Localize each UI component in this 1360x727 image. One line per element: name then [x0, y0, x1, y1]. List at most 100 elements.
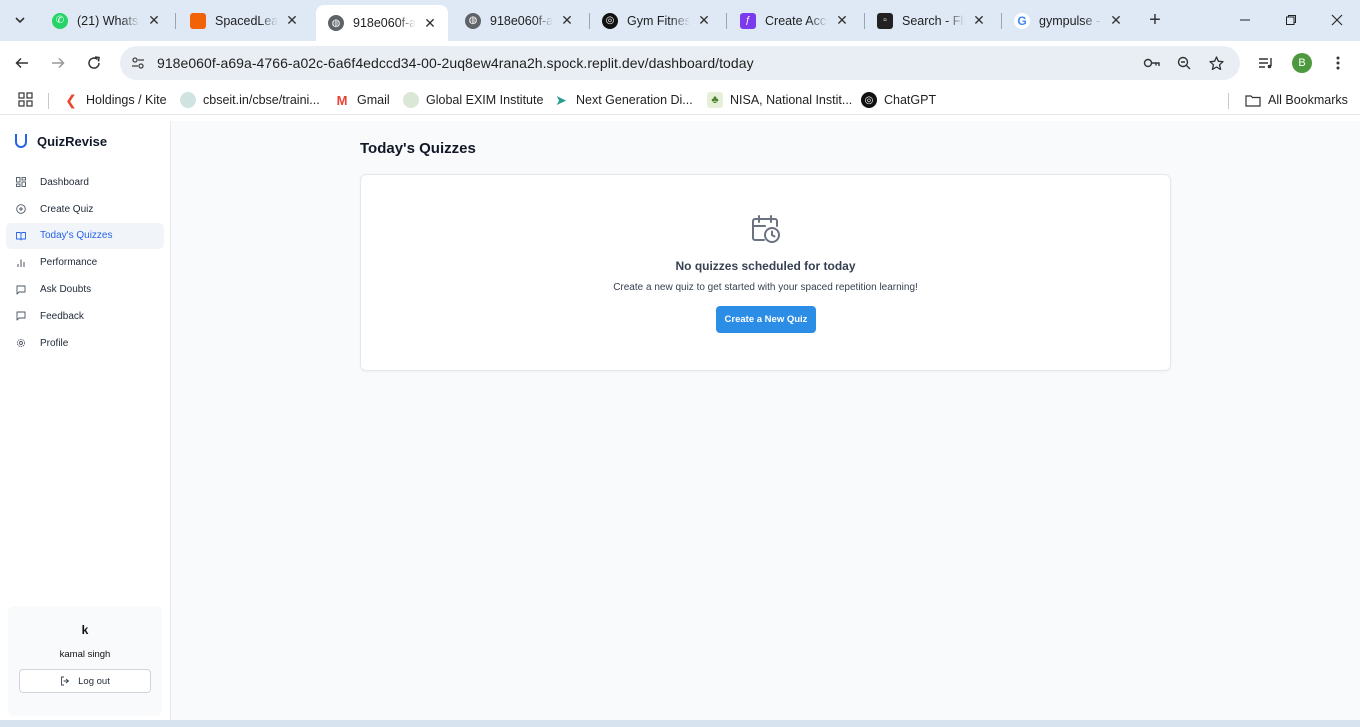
bookmark-chatgpt[interactable]: ◎ ChatGPT	[861, 92, 936, 108]
google-icon: G	[1014, 12, 1030, 29]
media-controls-icon[interactable]	[1255, 52, 1277, 74]
password-key-icon[interactable]	[1142, 54, 1162, 72]
empty-state-title: No quizzes scheduled for today	[675, 259, 856, 273]
close-tab-icon[interactable]: ✕	[971, 12, 987, 29]
address-bar[interactable]: 918e060f-a69a-4766-a02c-6a6f4edccd34-00-…	[120, 46, 1240, 80]
logout-button[interactable]: Log out	[19, 669, 151, 693]
sidebar-item-label: Profile	[40, 337, 69, 349]
bookmark-next-generation[interactable]: ➤ Next Generation Di...	[553, 92, 693, 108]
logout-label: Log out	[78, 675, 110, 687]
avatar: k	[81, 623, 89, 637]
app-icon: ƒ	[740, 12, 756, 29]
browser-tab-strip: ✆ (21) WhatsApp ✕ SpacedLearn ✕ ◍ 918e06…	[0, 0, 1360, 41]
cbse-icon	[180, 92, 196, 108]
bookmark-star-icon[interactable]	[1206, 54, 1226, 72]
zoom-icon[interactable]	[1174, 54, 1194, 72]
nextgen-icon: ➤	[555, 91, 567, 108]
sidebar-item-label: Create Quiz	[40, 203, 94, 215]
tab-title: Search - Flutter	[902, 13, 965, 28]
tab-title: Gym Fitness	[627, 13, 690, 28]
exim-icon	[403, 92, 419, 108]
book-open-icon	[16, 231, 26, 241]
brand-logo-icon	[15, 134, 27, 148]
bookmark-label: Gmail	[357, 93, 390, 107]
bookmark-global-exim[interactable]: Global EXIM Institute	[403, 92, 543, 108]
bookmark-holdings-kite[interactable]: ❮ Holdings / Kite	[63, 92, 166, 108]
app-root: QuizRevise Dashboard Create Quiz Today's…	[0, 121, 1360, 721]
sidebar-item-label: Today's Quizzes	[40, 230, 113, 242]
sidebar-item-label: Performance	[40, 257, 98, 269]
close-tab-icon[interactable]: ✕	[1108, 12, 1124, 29]
sidebar-item-profile[interactable]: Profile	[6, 330, 164, 357]
bookmark-separator	[1228, 93, 1229, 109]
sidebar-item-performance[interactable]: Performance	[6, 249, 164, 276]
message-icon	[16, 285, 26, 295]
browser-tab[interactable]: G gympulse - Google ✕	[1002, 6, 1134, 35]
tab-separator	[175, 13, 176, 29]
page-title: Today's Quizzes	[360, 140, 476, 157]
tab-title: gympulse - Google	[1039, 13, 1102, 28]
restore-window-icon[interactable]	[1276, 8, 1306, 32]
browser-tab[interactable]: ◎ Gym Fitness ✕	[590, 6, 722, 35]
browser-tab[interactable]: SpacedLearn ✕	[178, 6, 310, 35]
flutter-icon: ▫	[877, 12, 893, 29]
calendar-clock-icon	[752, 215, 780, 243]
site-settings-icon[interactable]	[130, 55, 146, 71]
browser-tab[interactable]: ◍ 918e060f-a69a ✕	[453, 6, 585, 35]
bookmark-label: Global EXIM Institute	[426, 93, 544, 107]
all-bookmarks-label: All Bookmarks	[1268, 93, 1348, 107]
nisa-icon: ♣	[707, 92, 723, 108]
close-tab-icon[interactable]: ✕	[834, 12, 850, 29]
url-text[interactable]: 918e060f-a69a-4766-a02c-6a6f4edccd34-00-…	[157, 55, 754, 71]
close-window-icon[interactable]	[1322, 8, 1352, 32]
sidebar-item-label: Feedback	[40, 310, 84, 322]
browser-tab-active[interactable]: ◍ 918e060f-a69a ✕	[316, 5, 448, 41]
sidebar-item-label: Dashboard	[40, 176, 89, 188]
openai-icon: ◎	[602, 12, 618, 29]
bookmark-cbseit[interactable]: cbseit.in/cbse/traini...	[180, 92, 320, 108]
close-tab-icon[interactable]: ✕	[146, 12, 162, 29]
create-new-quiz-button[interactable]: Create a New Quiz	[716, 306, 816, 333]
browser-tab[interactable]: ✆ (21) WhatsApp ✕	[40, 6, 172, 35]
tab-separator	[726, 13, 727, 29]
globe-icon: ◍	[465, 12, 481, 29]
sidebar-item-create-quiz[interactable]: Create Quiz	[6, 196, 164, 223]
apps-grid-icon[interactable]	[18, 92, 33, 107]
bookmark-nisa[interactable]: ♣ NISA, National Instit...	[707, 92, 852, 108]
all-bookmarks-button[interactable]: All Bookmarks	[1245, 92, 1348, 108]
sidebar-item-ask-doubts[interactable]: Ask Doubts	[6, 276, 164, 303]
new-tab-button[interactable]: +	[1145, 10, 1165, 30]
bottom-strip	[0, 720, 1360, 727]
close-tab-icon[interactable]: ✕	[422, 15, 438, 32]
browser-tab[interactable]: ▫ Search - Flutter ✕	[865, 6, 997, 35]
sidebar-item-feedback[interactable]: Feedback	[6, 303, 164, 330]
bookmark-gmail[interactable]: M Gmail	[334, 92, 390, 108]
browser-tab[interactable]: ƒ Create Account ✕	[728, 6, 860, 35]
user-name: kamal singh	[59, 649, 111, 660]
sidebar-nav: Dashboard Create Quiz Today's Quizzes Pe…	[6, 169, 164, 357]
bar-chart-icon	[16, 258, 26, 268]
profile-avatar[interactable]: B	[1292, 53, 1312, 73]
message-icon	[16, 311, 26, 321]
plus-circle-icon	[16, 204, 26, 214]
back-arrow-icon[interactable]	[10, 51, 34, 75]
sidebar-item-todays-quizzes[interactable]: Today's Quizzes	[6, 222, 164, 250]
openai-icon: ◎	[861, 92, 877, 108]
tab-title: SpacedLearn	[215, 13, 278, 28]
whatsapp-icon: ✆	[52, 12, 68, 29]
reload-icon[interactable]	[82, 51, 106, 75]
more-menu-icon[interactable]	[1327, 52, 1349, 74]
brand[interactable]: QuizRevise	[14, 133, 107, 149]
sidebar: QuizRevise Dashboard Create Quiz Today's…	[0, 121, 171, 721]
forward-arrow-icon[interactable]	[46, 51, 70, 75]
empty-state-card: No quizzes scheduled for today Create a …	[360, 174, 1171, 371]
close-tab-icon[interactable]: ✕	[559, 12, 575, 29]
globe-icon: ◍	[328, 15, 344, 31]
tab-search-button[interactable]	[8, 8, 32, 32]
minimize-window-icon[interactable]	[1230, 8, 1260, 32]
bookmarks-bar: ❮ Holdings / Kite cbseit.in/cbse/traini.…	[0, 85, 1360, 115]
close-tab-icon[interactable]: ✕	[284, 12, 300, 29]
replit-icon	[190, 12, 206, 29]
sidebar-item-dashboard[interactable]: Dashboard	[6, 169, 164, 196]
close-tab-icon[interactable]: ✕	[696, 12, 712, 29]
